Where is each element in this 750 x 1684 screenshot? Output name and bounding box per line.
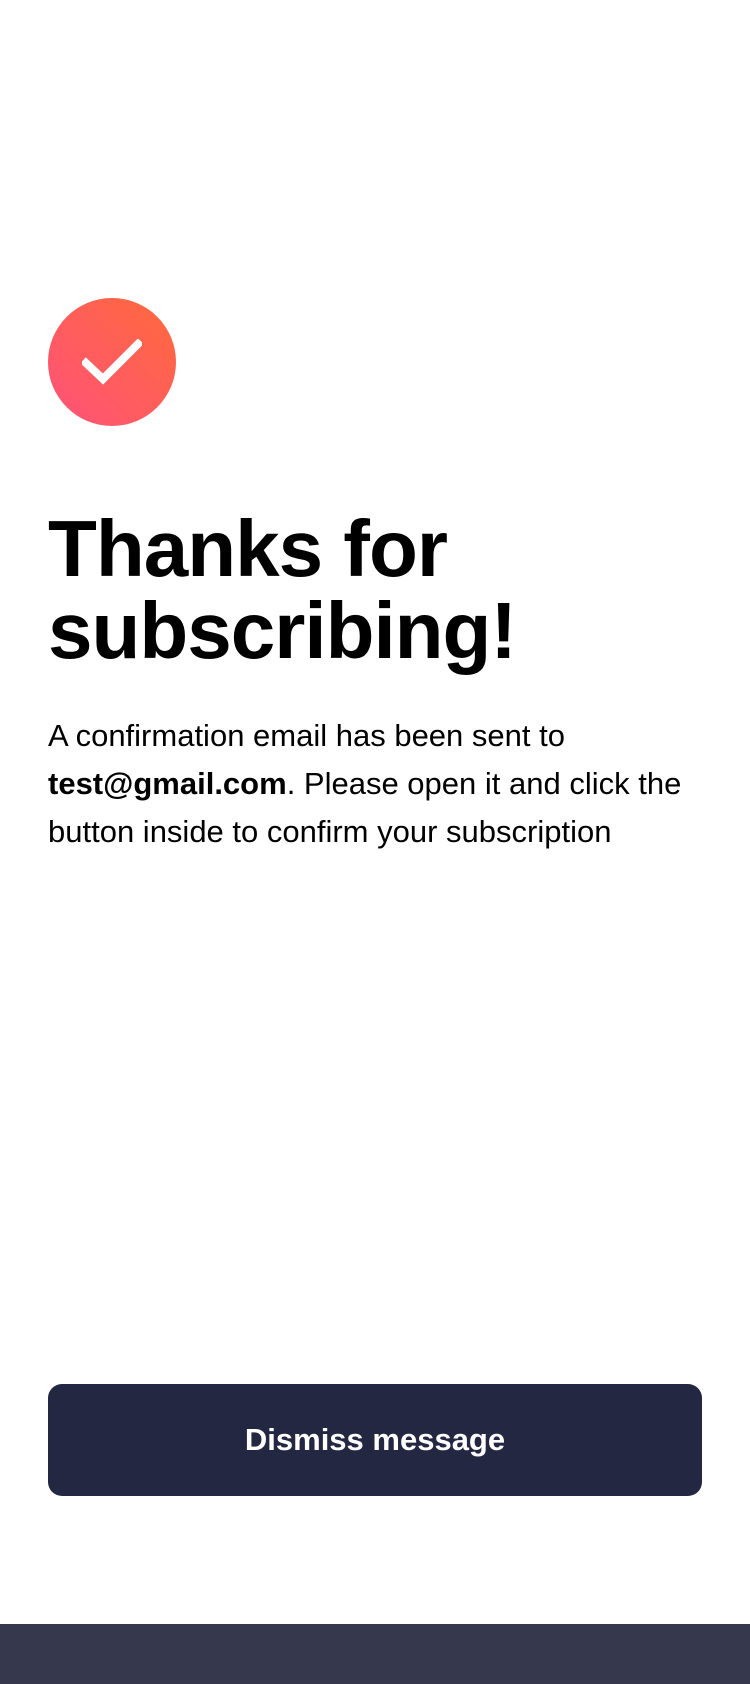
subscriber-email: test@gmail.com	[48, 766, 287, 801]
checkmark-icon	[82, 339, 142, 385]
success-badge	[48, 298, 176, 426]
bottom-bar	[0, 1624, 750, 1684]
success-page: Thanks for subscribing! A confirmation e…	[0, 0, 750, 1684]
dismiss-message-button[interactable]: Dismiss message	[48, 1384, 702, 1496]
success-message-card: Thanks for subscribing! A confirmation e…	[48, 0, 702, 1624]
message-prefix: A confirmation email has been sent to	[48, 718, 565, 753]
confirmation-message: A confirmation email has been sent to te…	[48, 712, 702, 856]
page-title: Thanks for subscribing!	[48, 504, 517, 675]
